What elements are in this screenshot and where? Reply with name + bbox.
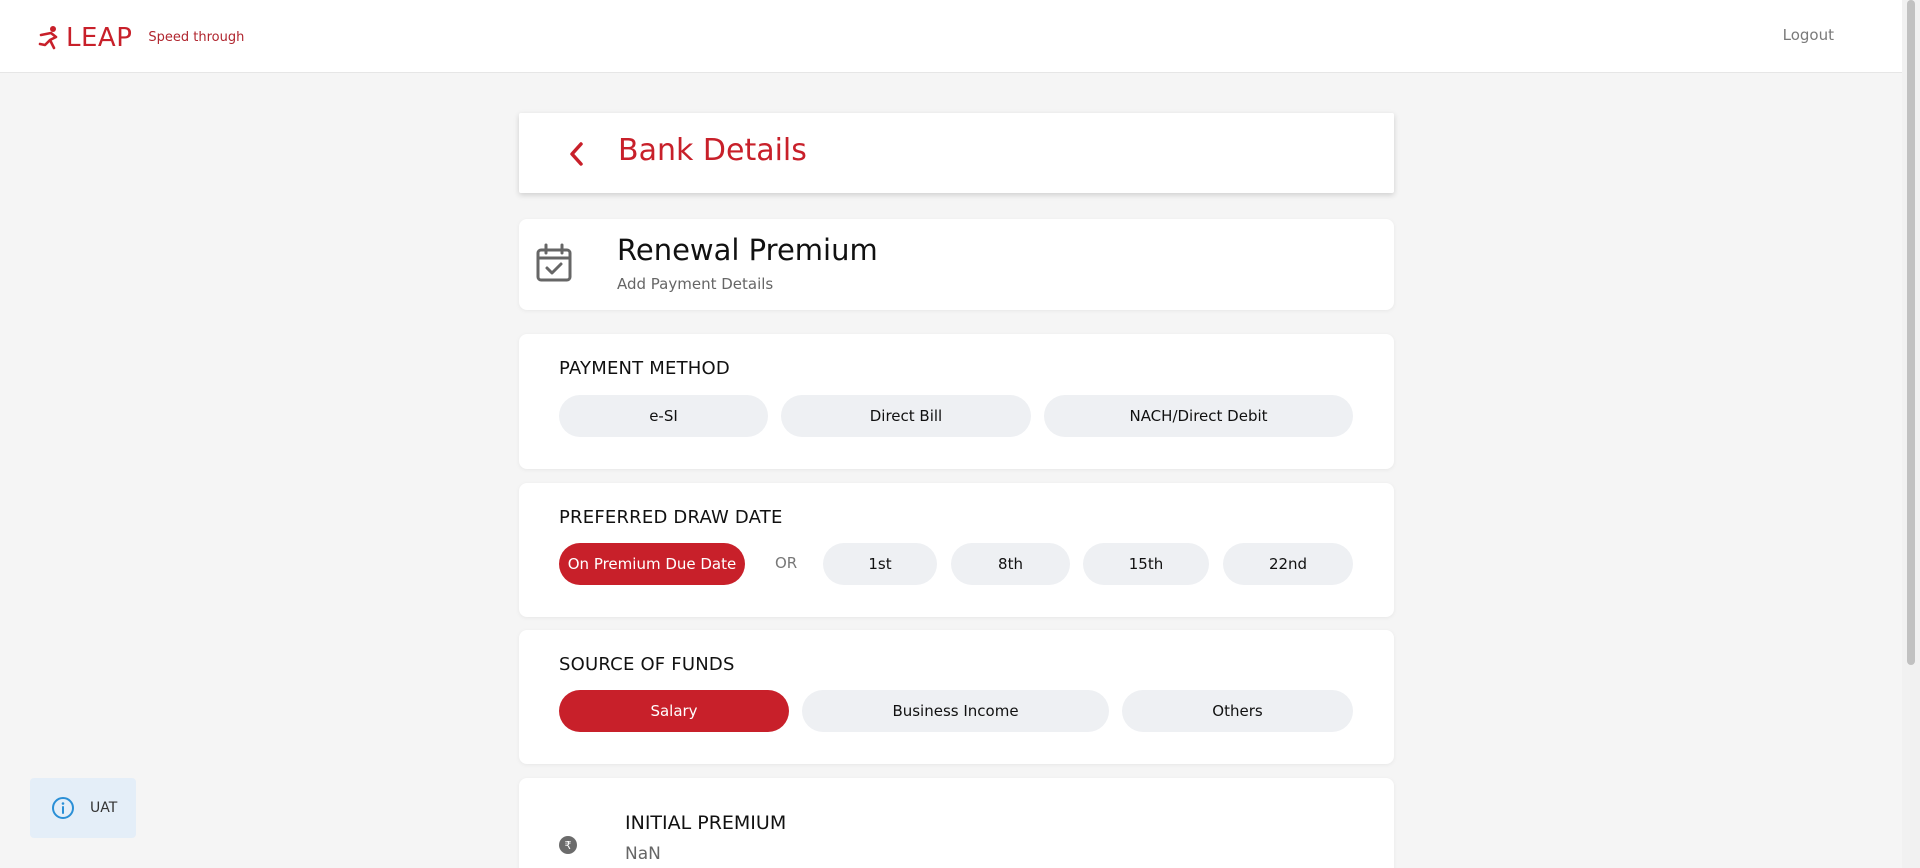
initial-premium-value: NaN <box>625 844 661 864</box>
title-card: Bank Details <box>519 113 1394 193</box>
funds-option-others[interactable]: Others <box>1122 690 1353 732</box>
env-badge[interactable]: UAT <box>30 778 136 838</box>
payment-option-esi[interactable]: e-SI <box>559 395 768 437</box>
source-of-funds-card: SOURCE OF FUNDS Salary Business Income O… <box>519 630 1394 764</box>
renewal-card: Renewal Premium Add Payment Details <box>519 219 1394 310</box>
brand-logo[interactable]: LEAP Speed through <box>38 24 244 52</box>
back-button[interactable] <box>559 137 593 171</box>
draw-date-label: PREFERRED DRAW DATE <box>559 507 783 528</box>
brand-name: LEAP <box>66 23 133 53</box>
payment-method-card: PAYMENT METHOD e-SI Direct Bill NACH/Dir… <box>519 334 1394 469</box>
calendar-check-icon <box>536 243 572 282</box>
funds-option-salary[interactable]: Salary <box>559 690 789 732</box>
brand-tagline: Speed through <box>148 30 245 45</box>
payment-option-nach[interactable]: NACH/Direct Debit <box>1044 395 1353 437</box>
initial-premium-card: ₹ INITIAL PREMIUM NaN <box>519 778 1394 868</box>
page-title: Bank Details <box>618 133 807 168</box>
draw-date-card: PREFERRED DRAW DATE On Premium Due Date … <box>519 483 1394 617</box>
scrollbar-thumb[interactable] <box>1907 0 1915 665</box>
payment-option-direct-bill[interactable]: Direct Bill <box>781 395 1031 437</box>
draw-option-due-date[interactable]: On Premium Due Date <box>559 543 745 585</box>
draw-option-8th[interactable]: 8th <box>951 543 1070 585</box>
running-man-icon <box>38 26 58 50</box>
top-header: LEAP Speed through Logout <box>0 0 1902 73</box>
draw-option-1st[interactable]: 1st <box>823 543 937 585</box>
funds-option-business-income[interactable]: Business Income <box>802 690 1109 732</box>
payment-method-label: PAYMENT METHOD <box>559 358 730 379</box>
rupee-icon: ₹ <box>559 836 577 854</box>
page-scrollbar[interactable] <box>1902 0 1920 868</box>
renewal-subtitle: Add Payment Details <box>617 275 774 293</box>
initial-premium-label: INITIAL PREMIUM <box>625 812 787 834</box>
or-separator: OR <box>775 554 798 572</box>
source-of-funds-label: SOURCE OF FUNDS <box>559 654 735 675</box>
renewal-title: Renewal Premium <box>617 233 878 267</box>
logout-link[interactable]: Logout <box>1783 26 1834 44</box>
draw-option-22nd[interactable]: 22nd <box>1223 543 1353 585</box>
chevron-left-icon <box>570 142 583 166</box>
draw-option-15th[interactable]: 15th <box>1083 543 1209 585</box>
info-icon <box>52 797 74 819</box>
env-badge-label: UAT <box>90 800 118 816</box>
